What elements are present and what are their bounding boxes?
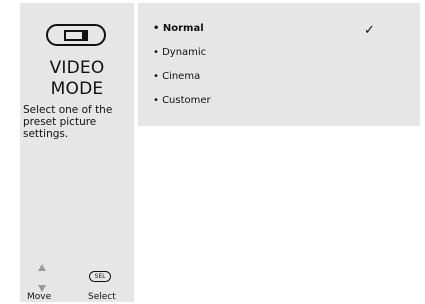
arrow-down-icon [38,285,46,292]
video-mode-menu: • Normal • Dynamic • Cinema • Customer ✓ [138,3,420,126]
tv-icon [46,24,106,46]
menu-item-dynamic[interactable]: • Dynamic [153,47,206,58]
menu-item-cinema[interactable]: • Cinema [153,71,200,82]
select-hint-label: Select [88,292,116,302]
tv-screen-shape [64,30,88,41]
page-title-line1: VIDEO [49,58,105,78]
menu-item-customer[interactable]: • Customer [153,95,211,106]
move-arrows-icon [37,264,49,292]
menu-item-normal[interactable]: • Normal [153,23,204,34]
checkmark-icon: ✓ [364,23,375,38]
move-hint-label: Move [27,292,52,302]
page-title-line2: MODE [50,79,104,99]
sel-key-icon: SEL [89,271,111,282]
arrow-up-icon [38,264,46,271]
help-description: Select one of the preset picture setting… [23,104,113,140]
sidebar-panel: VIDEO MODE Select one of the preset pict… [20,3,134,302]
